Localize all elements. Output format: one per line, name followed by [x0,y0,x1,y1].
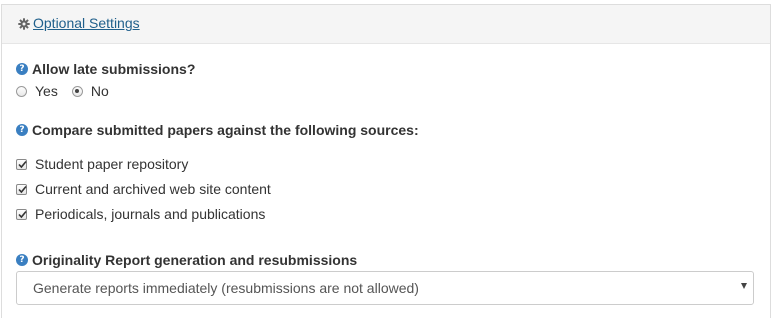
radio-no[interactable] [71,85,83,97]
checkbox-periodicals-journals[interactable] [16,208,27,220]
radio-option-no[interactable]: No [71,83,109,99]
caret-down-icon [741,283,747,289]
source-web-site-content[interactable]: Current and archived web site content [16,181,271,197]
optional-settings-link[interactable]: Optional Settings [18,15,140,31]
radio-yes-label: Yes [35,83,58,99]
late-submissions-text: Allow late submissions? [32,61,196,77]
help-icon[interactable]: ? [16,254,28,266]
radio-option-yes[interactable]: Yes [16,83,58,99]
student-paper-repository-label: Student paper repository [35,156,189,172]
optional-settings-label: Optional Settings [33,15,140,31]
sources-text: Compare submitted papers against the fol… [32,122,419,138]
originality-text: Originality Report generation and resubm… [32,252,358,268]
late-submissions-radio-group: Yes No [16,83,123,99]
checkbox-student-paper-repository[interactable] [16,158,27,170]
panel-header: Optional Settings [2,5,770,44]
gear-icon [18,17,30,30]
checkbox-web-site-content[interactable] [16,183,27,195]
periodicals-journals-label: Periodicals, journals and publications [35,206,266,222]
late-submissions-label: ? Allow late submissions? [16,61,195,77]
source-student-paper-repository[interactable]: Student paper repository [16,156,188,172]
sources-label: ? Compare submitted papers against the f… [16,122,419,138]
help-icon[interactable]: ? [16,124,28,136]
radio-yes[interactable] [16,85,27,97]
originality-selected-value: Generate reports immediately (resubmissi… [33,280,419,296]
radio-no-label: No [90,83,109,99]
source-periodicals-journals[interactable]: Periodicals, journals and publications [16,206,265,222]
originality-label: ? Originality Report generation and resu… [16,252,357,268]
help-icon[interactable]: ? [16,63,28,75]
web-site-content-label: Current and archived web site content [35,181,271,197]
originality-report-select[interactable]: Generate reports immediately (resubmissi… [16,271,754,305]
